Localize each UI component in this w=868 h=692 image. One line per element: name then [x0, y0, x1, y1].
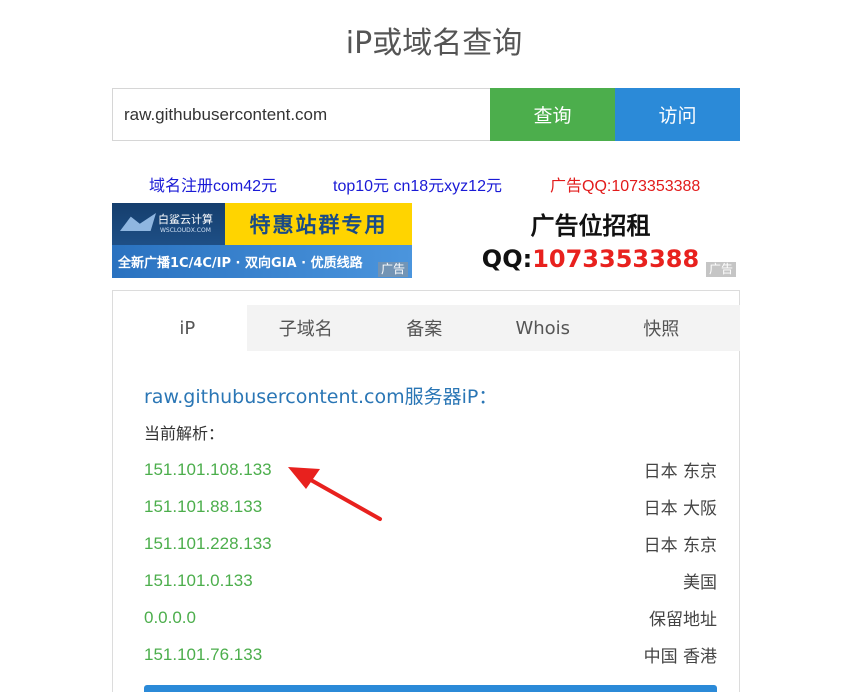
- ad-rent-qq-label: QQ:: [481, 245, 533, 273]
- domain-search-input[interactable]: [112, 88, 490, 141]
- ip-address: 0.0.0.0: [144, 607, 196, 627]
- ip-location: 中国 香港: [643, 647, 717, 667]
- ip-list: 151.101.108.133 日本 东京 151.101.88.133 日本 …: [144, 451, 717, 673]
- ip-address: 151.101.0.133: [144, 570, 253, 590]
- page-title: iP或域名查询: [345, 26, 523, 61]
- tab-snapshot[interactable]: 快照: [602, 305, 721, 351]
- current-resolution-label: 当前解析：: [144, 424, 225, 443]
- list-item: 0.0.0.0 保留地址: [144, 599, 717, 636]
- search-bar: 查询 访问: [112, 88, 740, 141]
- tab-bar: iP 子域名 备案 Whois 快照: [128, 305, 740, 351]
- ip-address: 151.101.228.133: [144, 533, 272, 553]
- ip-location: 日本 东京: [643, 536, 717, 556]
- ad-rent-title: 广告位招租: [530, 212, 651, 240]
- ip-address: 151.101.108.133: [144, 459, 272, 479]
- ip-location: 保留地址: [649, 610, 717, 630]
- banner-logo: 白鲨云计算 WSCLOUDX.COM: [112, 203, 225, 245]
- result-panel: iP 子域名 备案 Whois 快照 raw.githubusercontent…: [112, 290, 740, 692]
- banner-promo-text: 特惠站群专用: [225, 203, 412, 245]
- tab-ip[interactable]: iP: [128, 305, 247, 351]
- query-button[interactable]: 查询: [490, 88, 615, 141]
- visit-button[interactable]: 访问: [615, 88, 740, 141]
- banner-logo-text: 白鲨云计算: [158, 213, 213, 226]
- bottom-action-bar[interactable]: [144, 685, 717, 692]
- red-annotation-arrow-icon: [288, 467, 382, 521]
- ad-rent-block[interactable]: 广告位招租 QQ:1073353388: [448, 206, 733, 273]
- ad-rent-qq-number: 1073353388: [532, 245, 700, 273]
- list-item: 151.101.76.133 中国 香港: [144, 636, 717, 673]
- list-item: 151.101.88.133 日本 大阪: [144, 488, 717, 525]
- shark-logo-icon: [120, 213, 156, 231]
- ip-location: 日本 大阪: [643, 499, 717, 519]
- ad-label: 广告: [706, 262, 737, 277]
- ip-address: 151.101.88.133: [144, 496, 263, 516]
- ad-banner-image[interactable]: 白鲨云计算 WSCLOUDX.COM 特惠站群专用 全新广播1C/4C/IP ·…: [112, 203, 412, 278]
- ad-text-links: 域名注册com42元 top10元 cn18元xyz12元 广告QQ:10733…: [112, 172, 740, 196]
- tab-subdomain[interactable]: 子域名: [247, 305, 366, 351]
- result-heading: raw.githubusercontent.com服务器iP：: [144, 386, 498, 408]
- tab-whois[interactable]: Whois: [484, 305, 603, 351]
- banner-features-text: 全新广播1C/4C/IP · 双向GIA · 优质线路: [112, 245, 412, 278]
- ip-address: 151.101.76.133: [144, 644, 263, 664]
- ip-location: 美国: [683, 573, 717, 593]
- list-item: 151.101.108.133 日本 东京: [144, 451, 717, 488]
- ad-link-domain-prices[interactable]: top10元 cn18元xyz12元: [333, 172, 502, 196]
- ad-rent-qq: QQ:1073353388: [448, 245, 733, 273]
- banner-logo-subtext: WSCLOUDX.COM: [160, 227, 211, 234]
- ip-location: 日本 东京: [643, 462, 717, 482]
- ad-link-qq-contact[interactable]: 广告QQ:1073353388: [550, 172, 700, 196]
- list-item: 151.101.0.133 美国: [144, 562, 717, 599]
- list-item: 151.101.228.133 日本 东京: [144, 525, 717, 562]
- tab-icp-record[interactable]: 备案: [365, 305, 484, 351]
- ad-link-domain-register[interactable]: 域名注册com42元: [149, 172, 277, 196]
- ad-label: 广告: [378, 262, 409, 277]
